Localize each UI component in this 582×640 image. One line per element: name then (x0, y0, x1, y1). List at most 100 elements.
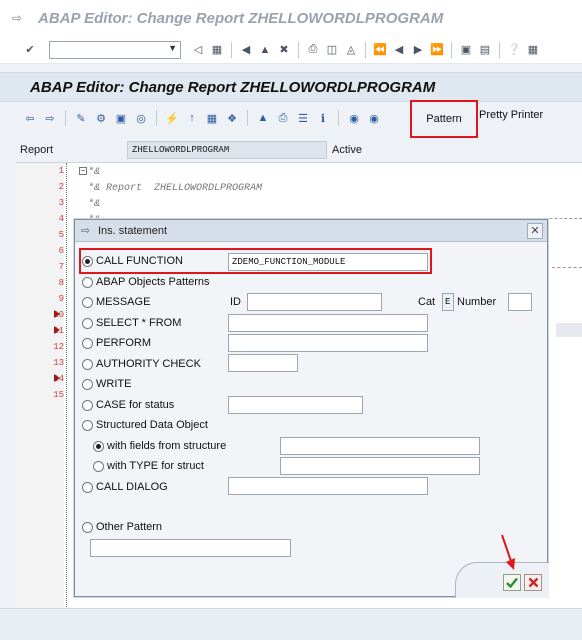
print-icon[interactable]: ⎙ (275, 110, 291, 126)
line-number: 13 (53, 358, 64, 368)
print-icon[interactable]: ⎙ (305, 42, 321, 58)
structure-input[interactable] (280, 437, 480, 455)
radio-message[interactable] (82, 296, 93, 308)
cancel-x-icon (528, 577, 538, 588)
other-pattern-input[interactable] (90, 539, 291, 557)
perform-input[interactable] (228, 334, 428, 352)
help-icon[interactable]: ❔ (506, 42, 522, 58)
select-table-input[interactable] (228, 314, 428, 332)
separator (365, 41, 366, 58)
radio-case[interactable] (82, 399, 93, 411)
info-icon[interactable]: ℹ (315, 110, 331, 126)
gutter-divider (66, 163, 67, 609)
app-header: ABAP Editor: Change Report ZHELLOWORDLPR… (0, 72, 582, 102)
option-perform[interactable]: PERFORM (82, 337, 151, 349)
confirm-button[interactable] (503, 574, 521, 591)
cancel-button[interactable] (524, 574, 542, 591)
option-authority-check[interactable]: AUTHORITY CHECK (82, 358, 201, 370)
delete-breakpoint-icon[interactable]: ◉ (366, 110, 382, 126)
separator (247, 110, 248, 126)
report-row: Report ZHELLOWORDLPROGRAM Active (0, 140, 582, 162)
option-with-fields-label: with fields from structure (107, 440, 227, 452)
radio-perform[interactable] (82, 337, 93, 349)
create-session-icon[interactable]: ▣ (458, 42, 474, 58)
radio-with-fields[interactable] (93, 440, 104, 452)
object-list-icon[interactable]: ☰ (295, 110, 311, 126)
display-change-icon[interactable]: ✎ (73, 110, 89, 126)
message-cat-input[interactable]: E (442, 293, 454, 311)
option-write-label: WRITE (96, 378, 132, 390)
pretty-printer-button[interactable]: Pretty Printer (479, 109, 543, 121)
annotation-arrow-icon (501, 534, 515, 570)
exit-circle-icon[interactable]: ▲ (257, 42, 273, 58)
save-icon[interactable]: ▦ (209, 42, 225, 58)
check-icon[interactable]: ◎ (133, 110, 149, 126)
option-other-pattern-label: Other Pattern (96, 521, 163, 533)
back-circle-icon[interactable]: ◀ (238, 42, 254, 58)
first-page-icon[interactable]: ⏪ (372, 42, 388, 58)
back-arrow-icon[interactable]: ⇦ (22, 110, 38, 126)
dialog-title-bar: ⇨ Ins. statement (75, 220, 547, 242)
option-message[interactable]: MESSAGE (82, 296, 150, 308)
navigate-icon[interactable]: ❖ (224, 110, 240, 126)
option-structured-data[interactable]: Structured Data Object (82, 419, 208, 431)
cancel-circle-icon[interactable]: ✖ (276, 42, 292, 58)
other-object-icon[interactable]: ▣ (113, 110, 129, 126)
authority-check-input[interactable] (228, 354, 298, 372)
find-next-icon[interactable]: ◬ (343, 42, 359, 58)
fold-toggle-icon[interactable]: − (79, 167, 87, 175)
option-with-type-label: with TYPE for struct (107, 460, 204, 472)
line-number: 5 (58, 230, 64, 240)
set-breakpoint-icon[interactable]: ◉ (346, 110, 362, 126)
last-page-icon[interactable]: ⏩ (429, 42, 445, 58)
radio-write[interactable] (82, 378, 93, 390)
hierarchy-icon[interactable]: ▲ (255, 110, 271, 126)
back-icon[interactable]: ◁ (190, 42, 206, 58)
option-with-fields[interactable]: with fields from structure (93, 440, 226, 452)
close-icon[interactable]: ✕ (527, 223, 543, 239)
option-case[interactable]: CASE for status (82, 399, 174, 411)
option-select[interactable]: SELECT * FROM (82, 317, 181, 329)
radio-abap-objects[interactable] (82, 276, 93, 288)
previous-page-icon[interactable]: ◀ (391, 42, 407, 58)
option-other-pattern[interactable]: Other Pattern (82, 521, 162, 533)
enter-icon[interactable]: ✔ (22, 42, 38, 58)
type-input[interactable] (280, 457, 480, 475)
forward-arrow-icon[interactable]: ⇨ (42, 110, 58, 126)
activate-icon[interactable]: ⚡ (164, 110, 180, 126)
radio-select[interactable] (82, 317, 93, 329)
call-function-highlight (79, 248, 432, 274)
report-status: Active (332, 144, 362, 156)
option-perform-label: PERFORM (96, 337, 151, 349)
status-bar (0, 608, 582, 640)
call-dialog-input[interactable] (228, 477, 428, 495)
radio-with-type[interactable] (93, 460, 104, 472)
report-label: Report (20, 144, 54, 156)
option-abap-objects[interactable]: ABAP Objects Patterns (82, 276, 210, 288)
option-call-dialog[interactable]: CALL DIALOG (82, 481, 168, 493)
active-inactive-icon[interactable]: ⚙ (93, 110, 109, 126)
separator (451, 41, 452, 58)
find-icon[interactable]: ◫ (324, 42, 340, 58)
option-write[interactable]: WRITE (82, 378, 131, 390)
report-name-field: ZHELLOWORDLPROGRAM (127, 141, 327, 159)
case-status-input[interactable] (228, 396, 363, 414)
radio-call-dialog[interactable] (82, 481, 93, 493)
option-with-type[interactable]: with TYPE for struct (93, 460, 204, 472)
pattern-button[interactable]: Pattern (410, 100, 478, 138)
radio-structured-data[interactable] (82, 419, 93, 431)
exit-icon[interactable]: ⇨ (12, 11, 26, 25)
message-number-input[interactable] (508, 293, 532, 311)
current-line-highlight (556, 323, 582, 337)
radio-authority-check[interactable] (82, 358, 93, 370)
next-page-icon[interactable]: ▶ (410, 42, 426, 58)
where-used-icon[interactable]: ▦ (204, 110, 220, 126)
breakpoint-marker-icon (54, 374, 60, 382)
layout-menu-icon[interactable]: ▦ (525, 42, 541, 58)
command-field[interactable]: ▼ (49, 40, 181, 59)
shortcut-icon[interactable]: ▤ (477, 42, 493, 58)
message-id-input[interactable] (247, 293, 382, 311)
chevron-down-icon[interactable]: ▼ (168, 43, 177, 53)
test-icon[interactable]: ↑ (184, 110, 200, 126)
radio-other-pattern[interactable] (82, 521, 93, 533)
